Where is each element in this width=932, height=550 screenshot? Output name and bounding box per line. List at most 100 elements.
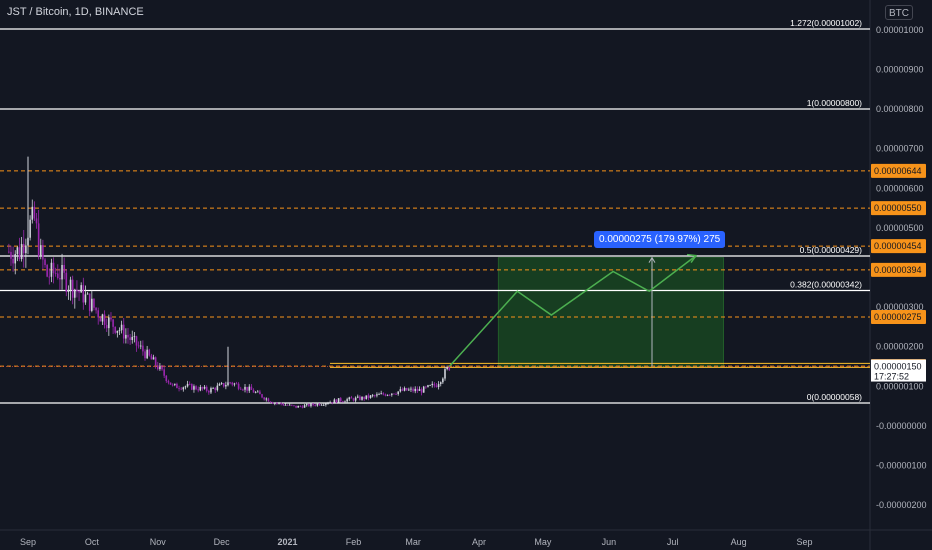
candle-body: [116, 330, 119, 333]
candle-body: [384, 394, 387, 396]
candle-body: [244, 386, 246, 390]
y-tick-label: 0.00000800: [876, 104, 924, 114]
candle-body: [82, 285, 85, 303]
candle-body: [354, 397, 357, 401]
candle-body: [93, 298, 95, 308]
candle-body: [325, 403, 327, 405]
candle-body: [216, 385, 219, 391]
candle-body: [152, 357, 155, 360]
candle-body: [382, 393, 385, 395]
x-tick-label: Sep: [797, 537, 813, 547]
candle-body: [56, 273, 59, 278]
candle-body: [425, 386, 427, 388]
candle-body: [446, 367, 448, 370]
candle-body: [422, 386, 425, 393]
candle-body: [301, 406, 304, 408]
x-tick-label: Aug: [731, 537, 747, 547]
candle-body: [74, 289, 76, 298]
candle-body: [237, 383, 240, 389]
candle-body: [91, 298, 93, 311]
y-tick-label: 0.00000700: [876, 144, 924, 154]
candle-body: [71, 279, 74, 298]
price-tag-label: 0.00000644: [874, 166, 922, 176]
candle-body: [282, 404, 285, 406]
candle-body: [269, 401, 272, 403]
candle-body: [33, 206, 36, 219]
candle-body: [139, 345, 142, 347]
candle-body: [403, 387, 406, 391]
candle-body: [252, 389, 255, 393]
x-tick-label: Jun: [602, 537, 617, 547]
candle-body: [376, 394, 378, 396]
candle-body: [442, 378, 444, 383]
candle-body: [271, 402, 274, 404]
candle-body: [267, 398, 270, 402]
candle-body: [8, 251, 10, 253]
candle-body: [174, 383, 176, 385]
candle-body: [142, 345, 144, 352]
y-tick-label: -0.00000000: [876, 421, 927, 431]
price-tag-label: 0.00000454: [874, 241, 922, 251]
candle-body: [97, 310, 100, 318]
candle-body: [256, 391, 259, 393]
candle-body: [395, 394, 397, 395]
candle-body: [10, 251, 12, 259]
candle-body: [369, 395, 372, 398]
candle-body: [333, 399, 336, 403]
candle-body: [63, 264, 65, 273]
candle-body: [391, 393, 393, 395]
x-tick-label: 2021: [278, 537, 298, 547]
candle-body: [80, 285, 82, 293]
candle-body: [110, 317, 112, 320]
candle-body: [182, 387, 185, 390]
candle-body: [86, 293, 89, 295]
candle-body: [386, 394, 389, 396]
candle-body: [186, 383, 189, 387]
candle-body: [280, 402, 282, 405]
candle-body: [37, 223, 40, 256]
candle-body: [150, 355, 153, 360]
candle-body: [363, 396, 365, 399]
candle-body: [67, 289, 70, 293]
candle-body: [348, 397, 351, 400]
candle-body: [265, 398, 268, 400]
y-tick-label: 0.00000600: [876, 183, 924, 193]
candle-body: [278, 402, 280, 404]
candle-body: [210, 388, 212, 393]
candle-body: [69, 279, 72, 290]
candle-body: [167, 381, 170, 383]
candle-body: [176, 383, 178, 389]
candle-body: [318, 403, 321, 406]
candle-body: [50, 262, 53, 277]
candle-body: [429, 385, 431, 386]
candle-body: [44, 259, 46, 265]
candle-body: [305, 404, 308, 406]
candle-body: [127, 334, 129, 338]
x-tick-label: May: [534, 537, 552, 547]
price-tag-label: 0.00000394: [874, 265, 922, 275]
candle-body: [361, 396, 363, 400]
fib-level-label: 1.272(0.00001002): [790, 18, 862, 28]
candle-body: [59, 277, 61, 280]
candle-body: [350, 397, 353, 399]
candle-body: [131, 336, 134, 340]
y-tick-label: 0.00000900: [876, 64, 924, 74]
candle-body: [250, 386, 253, 390]
candle-body: [335, 399, 338, 403]
candle-body: [373, 395, 376, 397]
candle-body: [178, 388, 180, 389]
price-chart[interactable]: 0.00001000 0.00000900 0.00000800 0.00000700…: [0, 0, 932, 550]
candle-body: [20, 243, 23, 260]
candle-body: [120, 324, 123, 331]
candle-body: [259, 391, 261, 395]
y-tick-label: 0.00000200: [876, 342, 924, 352]
candle-body: [42, 245, 44, 260]
currency-badge[interactable]: BTC: [885, 5, 913, 20]
candle-body: [316, 403, 319, 406]
candle-body: [103, 314, 106, 325]
candle-body: [193, 386, 195, 390]
candle-body: [29, 219, 31, 238]
candle-body: [437, 384, 440, 388]
candle-body: [65, 272, 68, 293]
candle-body: [108, 317, 110, 329]
